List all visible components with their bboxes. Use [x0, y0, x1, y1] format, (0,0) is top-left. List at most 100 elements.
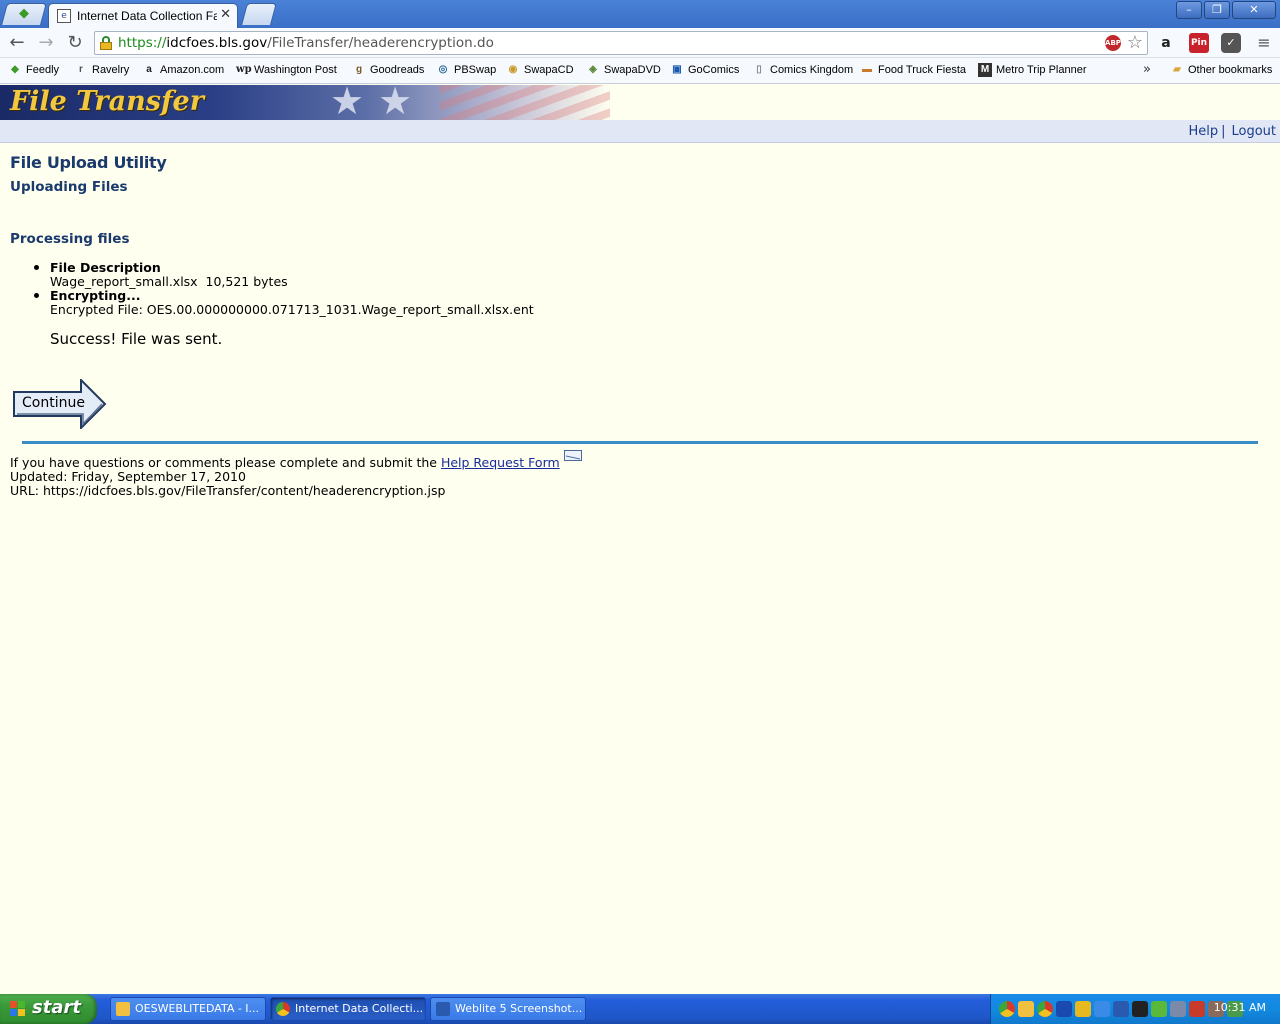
outlook-icon — [116, 1002, 130, 1016]
browser-tab-active[interactable]: e Internet Data Collection Faci ✕ — [48, 3, 238, 28]
lock-icon — [100, 36, 112, 50]
continue-button[interactable]: Continue — [13, 379, 107, 429]
site-banner: ★★ File Transfer — [0, 85, 1280, 120]
goodreads-icon: g — [355, 64, 363, 75]
logout-link[interactable]: Logout — [1231, 124, 1276, 139]
continue-label: Continue — [22, 395, 85, 411]
page-icon: ▯ — [756, 64, 762, 75]
taskbar-item-outlook[interactable]: OESWEBLITEDATA - I... — [110, 997, 266, 1021]
nvidia-icon[interactable] — [1151, 1001, 1167, 1017]
bookmark-ravelry[interactable]: r Ravelry — [74, 63, 129, 77]
bookmark-swapacd[interactable]: ◉ SwapaCD — [506, 63, 574, 77]
bookmark-washington-post[interactable]: wp Washington Post — [236, 63, 337, 77]
browser-toolbar: ← → ↻ https://idcfoes.bls.gov/FileTransf… — [0, 28, 1280, 58]
flag-banner-image: ★★ File Transfer — [0, 85, 612, 120]
window-controls: – ❐ ✕ — [1176, 1, 1276, 19]
ravelry-icon: r — [79, 64, 83, 75]
processing-list: File Description Wage_report_small.xlsx … — [30, 261, 534, 317]
help-link[interactable]: Help — [1188, 124, 1218, 139]
shield-icon[interactable] — [1056, 1001, 1072, 1017]
windows-flag-icon — [10, 1001, 26, 1017]
bookmark-pbswap[interactable]: ◎ PBSwap — [436, 63, 497, 77]
lock-tray-icon[interactable] — [1075, 1001, 1091, 1017]
wapo-icon: wp — [236, 64, 252, 75]
pocket-extension-icon[interactable]: ✓ — [1221, 33, 1241, 53]
file-description-label: File Description — [50, 260, 161, 275]
chrome-tray-icon[interactable] — [1037, 1001, 1053, 1017]
forward-arrow-icon[interactable]: → — [35, 32, 57, 54]
start-button[interactable]: start — [0, 994, 97, 1024]
bookmark-other-folder[interactable]: ▰ Other bookmarks — [1170, 63, 1272, 77]
bookmark-comics-kingdom[interactable]: ▯ Comics Kingdom — [752, 63, 853, 77]
ie-page-icon: e — [57, 9, 71, 23]
bookmark-feedly[interactable]: ◆ Feedly — [8, 63, 59, 77]
chrome-tray-icon[interactable] — [999, 1001, 1015, 1017]
page-title: File Upload Utility — [10, 153, 167, 172]
back-arrow-icon[interactable]: ← — [6, 32, 28, 54]
taskbar-item-word[interactable]: Weblite 5 Screenshot... — [430, 997, 586, 1021]
foodtruck-icon: ▬ — [862, 64, 872, 75]
system-tray: 10:31 AM — [990, 994, 1280, 1024]
new-tab-button[interactable] — [241, 3, 277, 25]
battery-icon[interactable] — [1132, 1001, 1148, 1017]
pinterest-extension-icon[interactable]: Pin — [1189, 33, 1209, 53]
windows-taskbar: start OESWEBLITEDATA - I... Internet Dat… — [0, 994, 1280, 1024]
word-icon — [436, 1002, 450, 1016]
encrypting-label: Encrypting... — [50, 288, 141, 303]
tab-close-icon[interactable]: ✕ — [220, 7, 231, 22]
url-text: https://idcfoes.bls.gov/FileTransfer/hea… — [118, 35, 494, 51]
apps-icon: ◆ — [19, 6, 29, 21]
restore-button[interactable]: ❐ — [1204, 1, 1230, 19]
bookmark-gocomics[interactable]: ▣ GoComics — [670, 63, 739, 77]
bullet-icon — [34, 293, 39, 298]
bookmarks-overflow-chevron[interactable]: » — [1143, 62, 1151, 77]
network-icon[interactable] — [1094, 1001, 1110, 1017]
updated-date: Updated: Friday, September 17, 2010 — [10, 469, 246, 484]
bullet-icon — [34, 265, 39, 270]
gocomics-icon: ▣ — [672, 64, 682, 75]
swapadvd-icon: ◈ — [589, 64, 597, 75]
bookmark-swapadvd[interactable]: ◈ SwapaDVD — [586, 63, 661, 77]
mail-icon — [563, 450, 582, 461]
address-bar[interactable]: https://idcfoes.bls.gov/FileTransfer/hea… — [94, 31, 1148, 55]
pbswap-icon: ◎ — [438, 64, 448, 75]
file-description-value: Wage_report_small.xlsx 10,521 bytes — [50, 274, 288, 289]
bookmark-food-truck-fiesta[interactable]: ▬ Food Truck Fiesta — [860, 63, 966, 77]
reload-icon[interactable]: ↻ — [64, 32, 86, 54]
browser-titlebar: ◆ e Internet Data Collection Faci ✕ – ❐ … — [0, 0, 1280, 28]
success-message: Success! File was sent. — [50, 330, 223, 348]
site-nav-strip: Help | Logout — [0, 120, 1280, 143]
list-item: File Description Wage_report_small.xlsx … — [30, 261, 534, 289]
taskbar-item-chrome[interactable]: Internet Data Collecti... — [270, 997, 426, 1021]
page-url: URL: https://idcfoes.bls.gov/FileTransfe… — [10, 483, 446, 498]
system-clock: 10:31 AM — [1213, 1001, 1266, 1014]
bookmark-star-icon[interactable]: ☆ — [1127, 32, 1143, 53]
apps-tab[interactable]: ◆ — [1, 3, 47, 25]
metro-icon: M — [978, 63, 992, 77]
bookmark-metro-trip-planner[interactable]: M Metro Trip Planner — [978, 63, 1086, 77]
amazon-extension-icon[interactable]: a — [1156, 33, 1176, 53]
feedly-icon: ◆ — [11, 64, 19, 75]
network-error-icon[interactable] — [1189, 1001, 1205, 1017]
menu-icon[interactable]: ≡ — [1254, 33, 1274, 53]
window-close-button[interactable]: ✕ — [1232, 1, 1276, 19]
footer-question-text: If you have questions or comments please… — [10, 455, 437, 470]
tab-title: Internet Data Collection Faci — [77, 9, 217, 23]
display-icon[interactable] — [1170, 1001, 1186, 1017]
chrome-icon — [276, 1002, 290, 1016]
folder-icon: ▰ — [1173, 64, 1181, 75]
adblock-icon[interactable]: ABP — [1105, 35, 1121, 51]
swapacd-icon: ◉ — [508, 64, 518, 75]
bookmark-goodreads[interactable]: g Goodreads — [352, 63, 425, 77]
monitor-icon[interactable] — [1113, 1001, 1129, 1017]
outlook-tray-icon[interactable] — [1018, 1001, 1034, 1017]
amazon-icon: a — [146, 64, 152, 75]
page-subtitle: Uploading Files — [10, 179, 128, 195]
minimize-button[interactable]: – — [1176, 1, 1202, 19]
bookmark-amazon[interactable]: a Amazon.com — [142, 63, 224, 77]
bookmarks-bar: ◆ Feedly r Ravelry a Amazon.com wp Washingto… — [0, 58, 1280, 84]
page-footer: If you have questions or comments please… — [10, 450, 582, 498]
help-request-form-link[interactable]: Help Request Form — [441, 450, 582, 470]
encrypted-file-value: Encrypted File: OES.00.000000000.071713_… — [50, 302, 534, 317]
section-heading: Processing files — [10, 231, 130, 247]
